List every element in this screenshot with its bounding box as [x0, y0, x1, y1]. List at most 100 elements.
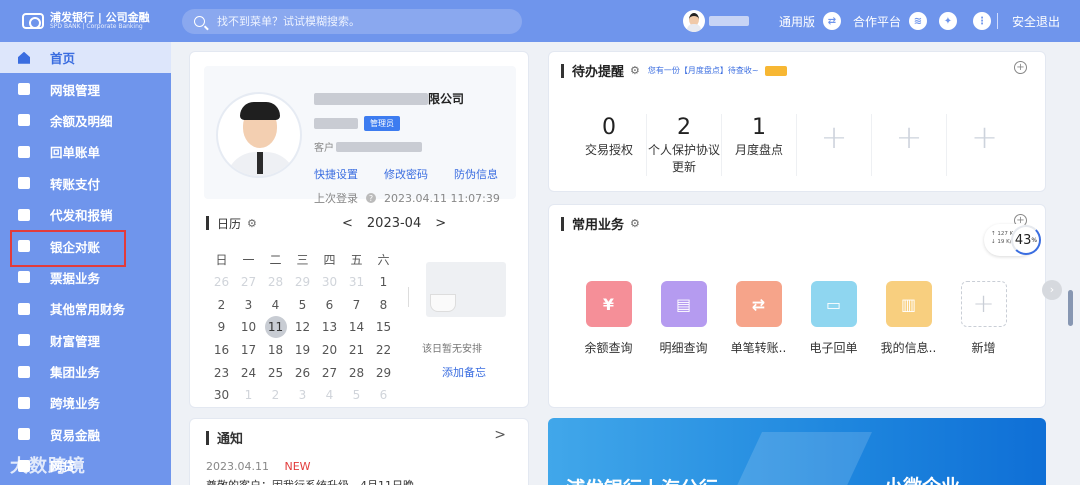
gear-icon[interactable]: ⚙ — [247, 217, 257, 230]
calendar-day[interactable]: 9 — [208, 320, 235, 334]
todo-add-slot[interactable]: + — [872, 114, 947, 176]
carousel-next-button[interactable]: › — [1042, 280, 1062, 300]
calendar-day[interactable]: 12 — [289, 320, 316, 334]
sidebar-item-bills[interactable]: 票据业务 — [0, 262, 171, 293]
calendar-day[interactable]: 2 — [208, 298, 235, 312]
calendar-day[interactable]: 30 — [316, 275, 343, 289]
business-shortcut[interactable]: ▤ 明细查询 — [646, 281, 721, 356]
calendar-day[interactable]: 26 — [289, 366, 316, 380]
todo-add-slot[interactable]: + — [947, 114, 1022, 176]
todo-add-slot[interactable]: + — [797, 114, 872, 176]
todo-item[interactable]: 2 个人保护协议更新 — [647, 114, 722, 176]
notice-item[interactable]: 尊敬的客户：因我行系统升级，4月11日晚 — [206, 477, 414, 485]
calendar-day[interactable]: 6 — [316, 298, 343, 312]
sidebar-item-group[interactable]: 集团业务 — [0, 356, 171, 387]
calendar-day[interactable]: 10 — [235, 320, 262, 334]
calendar-day[interactable]: 15 — [370, 320, 397, 334]
sidebar-item-home[interactable]: 首页 — [0, 42, 171, 74]
todo-item[interactable]: 0 交易授权 — [572, 114, 647, 176]
chevron-right-icon[interactable]: > — [494, 427, 506, 443]
user-avatar[interactable] — [682, 10, 705, 32]
calendar-day[interactable]: 7 — [343, 298, 370, 312]
business-shortcut[interactable]: ¥ 余额查询 — [571, 281, 646, 356]
add-note-link[interactable]: 添加备忘 — [442, 364, 486, 380]
calendar-day[interactable]: 6 — [370, 388, 397, 402]
calendar-day[interactable]: 3 — [235, 298, 262, 312]
business-shortcut[interactable]: + 新增 — [946, 281, 1021, 356]
calendar-day[interactable]: 18 — [262, 343, 289, 357]
sidebar-item-other-finance[interactable]: 其他常用财务 — [0, 293, 171, 324]
calendar-day[interactable]: 31 — [343, 275, 370, 289]
business-label: 新增 — [971, 341, 996, 355]
quick-settings-link[interactable]: 快捷设置 — [314, 166, 358, 182]
todo-subtitle[interactable]: 您有一份【月度盘点】待查收~ — [648, 65, 759, 76]
calendar-day[interactable]: 5 — [343, 388, 370, 402]
calendar-day[interactable]: 22 — [370, 343, 397, 357]
profile-panel: 限公司 管理员 客户 快捷设置 修改密码 防伪信息 上次登录 ? 2023.04… — [204, 66, 516, 205]
calendar-day[interactable]: 8 — [370, 298, 397, 312]
business-shortcut[interactable]: ▭ 电子回单 — [796, 281, 871, 356]
lightbulb-icon[interactable]: ✦ — [938, 12, 957, 30]
calendar-day[interactable]: 28 — [262, 275, 289, 289]
scrollbar[interactable] — [1068, 290, 1073, 326]
calendar-day[interactable]: 26 — [208, 275, 235, 289]
prev-month-button[interactable]: < — [342, 216, 353, 231]
info-icon[interactable]: ? — [366, 193, 376, 203]
weekday-label: 日 — [215, 252, 228, 267]
sidebar-item-balance[interactable]: 余额及明细 — [0, 105, 171, 136]
calendar-day[interactable]: 1 — [235, 388, 262, 402]
anti-fraud-link[interactable]: 防伪信息 — [454, 166, 498, 182]
version-switch[interactable]: 通用版 ⇄ — [779, 12, 841, 30]
calendar-day[interactable]: 20 — [316, 343, 343, 357]
bank-logo[interactable]: 浦发银行 | 公司金融 SPD BANK | Corporate Banking — [0, 0, 172, 42]
calendar-day[interactable]: 27 — [235, 275, 262, 289]
calendar-day[interactable]: 4 — [262, 298, 289, 312]
calendar-day[interactable]: 30 — [208, 388, 235, 402]
sidebar-item-transfer[interactable]: 转账支付 — [0, 168, 171, 199]
cup-icon — [430, 294, 456, 312]
calendar-day[interactable]: 23 — [208, 366, 235, 380]
sidebar-item-reconciliation[interactable]: 银企对账 — [0, 230, 171, 268]
logout-button[interactable]: 安全退出 — [1012, 13, 1060, 30]
sidebar-item-cross-border[interactable]: 跨境业务 — [0, 387, 171, 418]
profile-avatar[interactable] — [216, 92, 302, 178]
more-icon[interactable]: ⋮ — [972, 12, 991, 30]
calendar-day[interactable]: 25 — [262, 366, 289, 380]
calendar-day[interactable]: 1 — [370, 275, 397, 289]
add-todo-button[interactable]: + — [1014, 61, 1027, 74]
calendar-day[interactable]: 11 — [262, 316, 289, 339]
business-shortcut[interactable]: ▥ 我的信息.. — [871, 281, 946, 356]
search-input[interactable] — [217, 15, 507, 28]
calendar-day[interactable]: 3 — [289, 388, 316, 402]
business-shortcut[interactable]: ⇄ 单笔转账.. — [721, 281, 796, 356]
calendar-day[interactable]: 28 — [343, 366, 370, 380]
next-month-button[interactable]: > — [435, 216, 446, 231]
calendar-day[interactable]: 2 — [262, 388, 289, 402]
sidebar-item-payroll[interactable]: 代发和报销 — [0, 199, 171, 230]
sidebar: 首页 网银管理 余额及明细 回单账单 转账支付 代发和报销 银企对账 票据业务 … — [0, 42, 171, 485]
calendar-day[interactable]: 29 — [370, 366, 397, 380]
calendar-day[interactable]: 19 — [289, 343, 316, 357]
calendar-day[interactable]: 16 — [208, 343, 235, 357]
sidebar-item-online-banking[interactable]: 网银管理 — [0, 73, 171, 104]
promo-banner[interactable]: 浦发银行上海分行 小微企业 — [548, 418, 1046, 485]
todo-item[interactable]: 1 月度盘点 — [722, 114, 797, 176]
change-password-link[interactable]: 修改密码 — [384, 166, 428, 182]
sidebar-item-receipts[interactable]: 回单账单 — [0, 136, 171, 167]
gear-icon[interactable]: ⚙ — [630, 217, 640, 230]
calendar-day[interactable]: 17 — [235, 343, 262, 357]
calendar-day[interactable]: 24 — [235, 366, 262, 380]
calendar-day[interactable]: 14 — [343, 320, 370, 334]
calendar-day[interactable]: 4 — [316, 388, 343, 402]
calendar-day[interactable]: 13 — [316, 320, 343, 334]
menu-search[interactable] — [182, 9, 522, 34]
gear-icon[interactable]: ⚙ — [630, 64, 640, 77]
calendar-day[interactable]: 5 — [289, 298, 316, 312]
partner-platform[interactable]: 合作平台 ≋ — [853, 12, 927, 30]
calendar-day[interactable]: 29 — [289, 275, 316, 289]
calendar-day[interactable]: 21 — [343, 343, 370, 357]
network-speed-widget[interactable]: ↑ 127 K/s ↓ 19 K/s 43% — [984, 224, 1041, 256]
sidebar-item-trade-finance[interactable]: 贸易金融 — [0, 419, 171, 450]
calendar-day[interactable]: 27 — [316, 366, 343, 380]
sidebar-item-wealth[interactable]: 财富管理 — [0, 325, 171, 356]
